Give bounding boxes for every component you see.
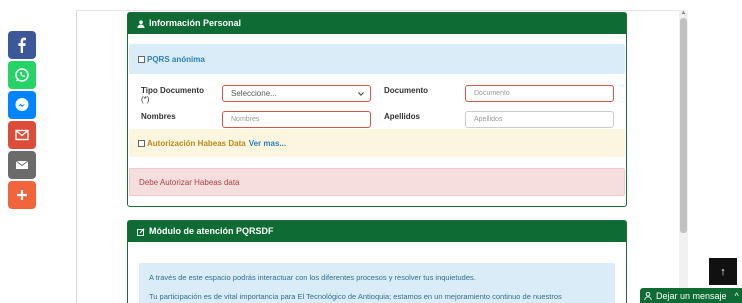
whatsapp-icon <box>15 68 29 82</box>
messenger-icon <box>15 98 29 111</box>
doc-type-label: Tipo Documento (*) <box>141 86 204 104</box>
surnames-input[interactable]: Apellidos <box>465 111 614 128</box>
habeas-label: Autorización Habeas Data <box>147 139 246 148</box>
facebook-share-button[interactable] <box>8 31 36 59</box>
anon-label: PQRS anónima <box>147 55 205 64</box>
pqrsdf-module-title: Módulo de atención PQRSDF <box>149 226 274 236</box>
habeas-error-text: Debe Autorizar Habeas data <box>139 178 240 187</box>
doc-type-select[interactable]: Seleccione... <box>222 85 371 102</box>
scroll-up-arrow-icon[interactable]: ▲ <box>680 10 687 17</box>
pqrsdf-intro-line1: A través de este espacio podrás interact… <box>149 273 476 282</box>
back-to-top-button[interactable]: ↑ <box>709 258 737 285</box>
habeas-checkbox-row[interactable]: Autorización Habeas Data Ver mas... <box>138 139 286 148</box>
habeas-error-panel: Debe Autorizar Habeas data <box>129 168 625 196</box>
personal-info-title: Información Personal <box>149 18 242 28</box>
scrollbar-thumb[interactable] <box>680 18 687 233</box>
plus-icon <box>17 190 27 200</box>
page-scrollbar[interactable]: ▲ <box>679 10 688 303</box>
surnames-label: Apellidos <box>384 112 421 121</box>
anon-checkbox[interactable] <box>138 56 145 63</box>
names-input[interactable]: Nombres <box>222 111 371 128</box>
gmail-icon <box>15 129 29 141</box>
leave-message-label: Dejar un mensaje <box>656 290 727 301</box>
chevron-up-icon: ^ <box>734 290 739 301</box>
messenger-share-button[interactable] <box>8 91 36 119</box>
envelope-icon <box>15 160 29 169</box>
pqrsdf-intro-line2: Tu participación es de vital importancia… <box>149 292 562 301</box>
pqrsdf-module-header: Módulo de atención PQRSDF <box>128 221 626 242</box>
doc-type-value: Seleccione... <box>231 89 277 98</box>
document-label: Documento <box>384 86 428 95</box>
anon-checkbox-row[interactable]: PQRS anónima <box>138 55 205 64</box>
more-share-button[interactable] <box>8 181 36 209</box>
email-share-button[interactable] <box>8 151 36 179</box>
chevron-down-icon <box>358 92 364 96</box>
user-icon <box>644 291 652 300</box>
user-icon <box>137 19 145 28</box>
habeas-checkbox[interactable] <box>138 140 145 147</box>
names-label: Nombres <box>141 112 176 121</box>
leave-message-button[interactable]: Dejar un mensaje ^ <box>640 288 742 303</box>
habeas-more-link[interactable]: Ver mas... <box>249 139 286 148</box>
whatsapp-share-button[interactable] <box>8 61 36 89</box>
edit-icon <box>137 227 145 236</box>
gmail-share-button[interactable] <box>8 121 36 149</box>
document-input[interactable]: Documento <box>465 85 614 102</box>
arrow-up-icon: ↑ <box>720 265 726 278</box>
facebook-icon <box>18 37 26 53</box>
personal-info-header: Información Personal <box>128 13 626 34</box>
pqrsdf-intro-panel: A través de este espacio podrás interact… <box>139 263 615 303</box>
